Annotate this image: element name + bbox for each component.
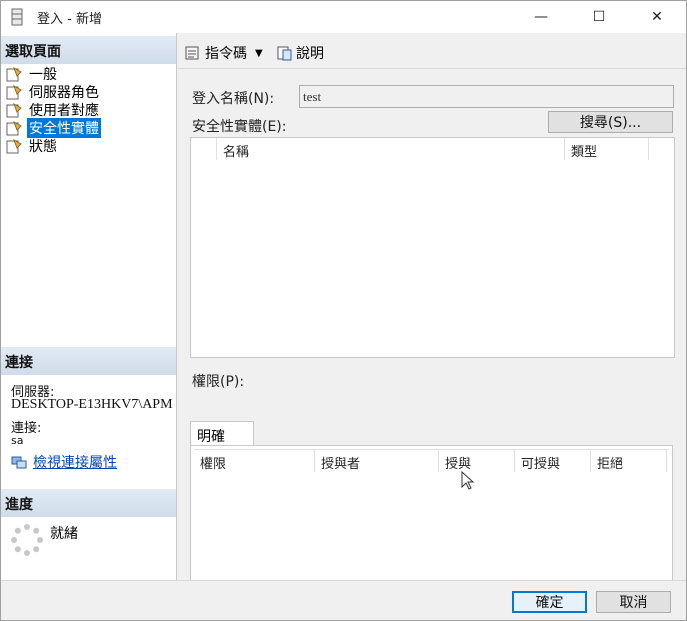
window-title: 登入 - 新增 (37, 12, 102, 27)
permissions-col-deny[interactable]: 拒絕 (591, 450, 667, 472)
page-item-general[interactable]: 一般 (5, 65, 59, 83)
page-item-label: 伺服器角色 (29, 85, 99, 101)
toolbar: 指令碼 ▼ 說明 (178, 33, 686, 69)
database-icon (11, 8, 23, 26)
page-item-securables[interactable]: 安全性實體 (5, 117, 102, 139)
page-item-user-mapping[interactable]: 使用者對應 (5, 101, 101, 119)
securables-col-type[interactable]: 類型 (565, 138, 649, 160)
page-icon (6, 120, 22, 136)
securables-col-select (191, 138, 217, 160)
chevron-down-icon[interactable]: ▼ (255, 48, 263, 59)
maximize-button[interactable]: ☐ (576, 1, 622, 33)
close-button[interactable]: ✕ (634, 1, 680, 33)
progress-spinner-icon (11, 524, 43, 556)
login-name-field[interactable]: test (299, 85, 674, 108)
login-new-dialog: 登入 - 新增 — ☐ ✕ 選取頁面 一般 伺服器角色 使用者對應 安全性實體 … (0, 0, 687, 621)
server-value: DESKTOP-E13HKV7\APM (11, 397, 173, 412)
login-name-label: 登入名稱(N): (192, 91, 275, 107)
permissions-grid-header: 權限 授與者 授與 可授與 拒絕 (194, 450, 669, 472)
permissions-col-with-grant[interactable]: 可授與 (515, 450, 591, 472)
permissions-label: 權限(P): (192, 374, 245, 390)
script-icon (185, 46, 199, 60)
script-label: 指令碼 (205, 46, 247, 62)
view-connection-properties-label[interactable]: 檢視連接屬性 (33, 452, 117, 472)
page-item-label: 一般 (29, 67, 57, 83)
page-icon (6, 66, 22, 82)
cancel-button[interactable]: 取消 (596, 591, 671, 613)
securables-label: 安全性實體(E): (192, 119, 287, 135)
permissions-col-grant[interactable]: 授與 (439, 450, 515, 472)
page-icon (6, 84, 22, 100)
progress-header: 進度 (1, 489, 176, 517)
select-page-header: 選取頁面 (1, 36, 176, 64)
script-button[interactable]: 指令碼 ▼ (184, 43, 263, 63)
connection-header: 連接 (1, 347, 176, 375)
securables-grid[interactable]: 名稱 類型 (190, 137, 675, 358)
page-item-status[interactable]: 狀態 (5, 137, 59, 155)
dialog-footer: 確定 取消 (1, 580, 686, 620)
page-item-label: 使用者對應 (29, 103, 99, 119)
securables-grid-header: 名稱 類型 (191, 138, 674, 160)
connection-properties-icon (11, 456, 27, 469)
ok-button[interactable]: 確定 (512, 591, 587, 613)
left-pane: 選取頁面 一般 伺服器角色 使用者對應 安全性實體 狀態 連接 伺服器: DES… (1, 33, 177, 580)
securables-page: 登入名稱(N): test 安全性實體(E): 搜尋(S)... 名稱 類型 權… (178, 70, 686, 609)
view-connection-properties-link[interactable]: 檢視連接屬性 (11, 452, 117, 472)
permissions-col-grantor[interactable]: 授與者 (315, 450, 439, 472)
title-bar: 登入 - 新增 — ☐ ✕ (1, 1, 686, 33)
right-pane: 指令碼 ▼ 說明 登入名稱(N): test 安全性實體(E): 搜尋(S)..… (178, 33, 686, 609)
help-label: 說明 (296, 46, 324, 62)
page-item-server-roles[interactable]: 伺服器角色 (5, 83, 101, 101)
page-icon (6, 102, 22, 118)
tab-explicit[interactable]: 明確 (190, 421, 254, 446)
mouse-cursor-icon (461, 471, 475, 490)
securables-col-name[interactable]: 名稱 (217, 138, 565, 160)
page-item-label: 安全性實體 (26, 117, 102, 139)
connection-value: sa (11, 434, 24, 447)
permissions-col-permission[interactable]: 權限 (194, 450, 315, 472)
page-icon (6, 138, 22, 154)
help-button[interactable]: 說明 (276, 43, 324, 63)
search-button[interactable]: 搜尋(S)... (548, 111, 673, 133)
minimize-button[interactable]: — (518, 1, 564, 33)
help-icon (277, 46, 292, 61)
progress-status: 就緒 (50, 526, 78, 542)
page-item-label: 狀態 (29, 139, 57, 155)
